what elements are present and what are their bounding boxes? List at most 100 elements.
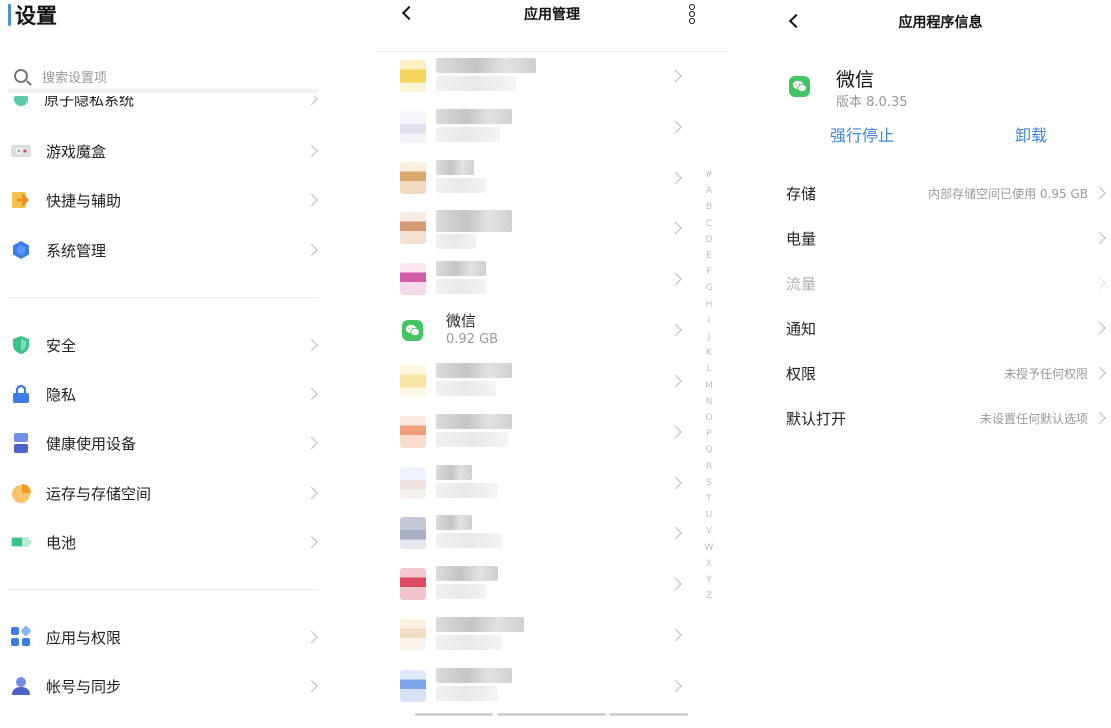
settings-item-storage[interactable]: 运存与存储空间 xyxy=(8,473,320,513)
settings-item-account[interactable]: 帐号与同步 xyxy=(8,666,320,706)
settings-item-security[interactable]: 安全 xyxy=(8,325,320,365)
chevron-right-icon xyxy=(669,323,682,337)
storage-pie-icon xyxy=(10,482,32,504)
alphabet-letter[interactable]: C xyxy=(704,219,714,229)
list-item[interactable] xyxy=(376,203,728,253)
info-row-label: 存储 xyxy=(786,184,817,203)
settings-item-label: 安全 xyxy=(46,336,77,355)
list-item[interactable] xyxy=(376,102,728,152)
force-stop-button[interactable]: 强行停止 xyxy=(830,122,894,146)
alphabet-letter[interactable]: E xyxy=(704,251,714,261)
alphabet-letter[interactable]: B xyxy=(704,202,714,212)
search-placeholder: 搜索设置项 xyxy=(42,70,108,86)
alphabet-letter[interactable]: D xyxy=(704,235,714,245)
alphabet-letter[interactable]: O xyxy=(704,413,714,423)
settings-item-game-box[interactable]: 游戏魔盒 xyxy=(8,131,320,171)
chevron-right-icon xyxy=(669,374,682,388)
settings-item-battery[interactable]: 电池 xyxy=(8,522,320,562)
alphabet-letter[interactable]: A xyxy=(704,186,714,196)
alphabet-letter[interactable]: J xyxy=(704,332,714,342)
section-divider xyxy=(8,297,318,298)
blurred-app-name xyxy=(436,414,512,429)
settings-item-privacy[interactable]: 隐私 xyxy=(8,374,320,414)
settings-item-label: 电池 xyxy=(46,533,77,552)
list-item[interactable] xyxy=(376,356,728,406)
chevron-right-icon xyxy=(669,221,682,235)
alphabet-letter[interactable]: N xyxy=(704,397,714,407)
alphabet-letter[interactable]: # xyxy=(704,170,714,180)
blurred-app-name xyxy=(436,261,486,276)
list-item[interactable] xyxy=(376,508,728,558)
alphabet-letter[interactable]: K xyxy=(704,348,714,358)
alphabet-letter[interactable]: V xyxy=(704,526,714,536)
settings-item-system[interactable]: 系统管理 xyxy=(8,230,320,270)
blurred-app-icon xyxy=(400,619,426,651)
privacy-system-icon xyxy=(14,96,28,106)
app-manager-title: 应用管理 xyxy=(524,7,580,23)
lock-icon xyxy=(10,383,32,405)
list-item[interactable] xyxy=(376,458,728,508)
settings-item-privacy-system[interactable]: 原子隐私系统 xyxy=(8,96,320,112)
alphabet-letter[interactable]: X xyxy=(704,559,714,569)
chevron-right-icon xyxy=(305,193,318,207)
info-row-permissions[interactable]: 权限 未授予任何权限 xyxy=(786,353,1108,393)
info-row-default-open[interactable]: 默认打开 未设置任何默认选项 xyxy=(786,398,1108,438)
list-item[interactable] xyxy=(376,559,728,609)
alphabet-letter[interactable]: Q xyxy=(704,445,714,455)
chevron-right-icon xyxy=(305,243,318,257)
settings-item-label: 原子隐私系统 xyxy=(44,96,135,109)
alphabet-letter[interactable]: S xyxy=(704,478,714,488)
settings-item-apps[interactable]: 应用与权限 xyxy=(8,617,320,657)
alphabet-letter[interactable]: M xyxy=(704,381,714,391)
app-manager-panel: 应用管理 微信 0.92 GB # A B C D E F G H I J K … xyxy=(376,0,728,728)
list-item[interactable] xyxy=(376,661,728,711)
settings-item-label: 健康使用设备 xyxy=(46,434,137,453)
list-item[interactable] xyxy=(376,610,728,660)
blurred-app-icon xyxy=(400,111,426,143)
game-box-icon xyxy=(10,140,32,162)
alphabet-letter[interactable]: T xyxy=(704,494,714,504)
list-item[interactable] xyxy=(376,407,728,457)
app-manager-header: 应用管理 xyxy=(376,0,728,52)
list-item[interactable] xyxy=(376,254,728,304)
alphabet-letter[interactable]: W xyxy=(704,543,714,553)
settings-item-label: 游戏魔盒 xyxy=(46,142,107,161)
alphabet-letter[interactable]: R xyxy=(704,462,714,472)
alphabet-letter[interactable]: G xyxy=(704,283,714,293)
info-row-value: 未授予任何权限 xyxy=(1003,366,1088,381)
uninstall-button[interactable]: 卸载 xyxy=(1015,122,1047,146)
alphabet-letter[interactable]: Z xyxy=(704,591,714,601)
list-item[interactable] xyxy=(376,51,728,101)
alphabet-letter[interactable]: H xyxy=(704,300,714,310)
settings-item-health[interactable]: 健康使用设备 xyxy=(8,423,320,463)
list-item-wechat[interactable]: 微信 0.92 GB xyxy=(376,305,728,355)
chevron-right-icon xyxy=(1093,276,1106,290)
alphabet-letter[interactable]: U xyxy=(704,510,714,520)
chevron-right-icon xyxy=(305,436,318,450)
alphabet-letter[interactable]: L xyxy=(704,364,714,374)
chevron-right-icon xyxy=(669,679,682,693)
shortcut-arrow-icon xyxy=(10,189,32,211)
blurred-app-size xyxy=(436,381,496,396)
search-input[interactable]: 搜索设置项 xyxy=(8,63,318,93)
settings-item-label: 系统管理 xyxy=(46,241,107,260)
alphabet-letter[interactable]: I xyxy=(704,316,714,326)
info-row-battery[interactable]: 电量 xyxy=(786,218,1108,258)
blurred-app-name xyxy=(436,58,536,73)
alphabet-letter[interactable]: P xyxy=(704,429,714,439)
blurred-app-icon xyxy=(400,568,426,600)
alphabet-letter[interactable]: F xyxy=(704,267,714,277)
blurred-app-name xyxy=(436,363,512,378)
more-options-icon[interactable] xyxy=(689,4,697,26)
system-hexagon-icon xyxy=(10,239,32,261)
alphabet-letter[interactable]: Y xyxy=(704,575,714,585)
blurred-app-icon xyxy=(400,263,426,295)
settings-item-shortcut[interactable]: 快捷与辅助 xyxy=(8,180,320,220)
info-row-notifications[interactable]: 通知 xyxy=(786,308,1108,348)
blurred-app-size xyxy=(436,686,498,701)
blurred-app-icon xyxy=(400,517,426,549)
list-item[interactable] xyxy=(376,153,728,203)
info-row-storage[interactable]: 存储 内部存储空间已使用 0.95 GB xyxy=(786,173,1108,213)
chevron-right-icon xyxy=(305,535,318,549)
blurred-app-name xyxy=(436,515,472,530)
